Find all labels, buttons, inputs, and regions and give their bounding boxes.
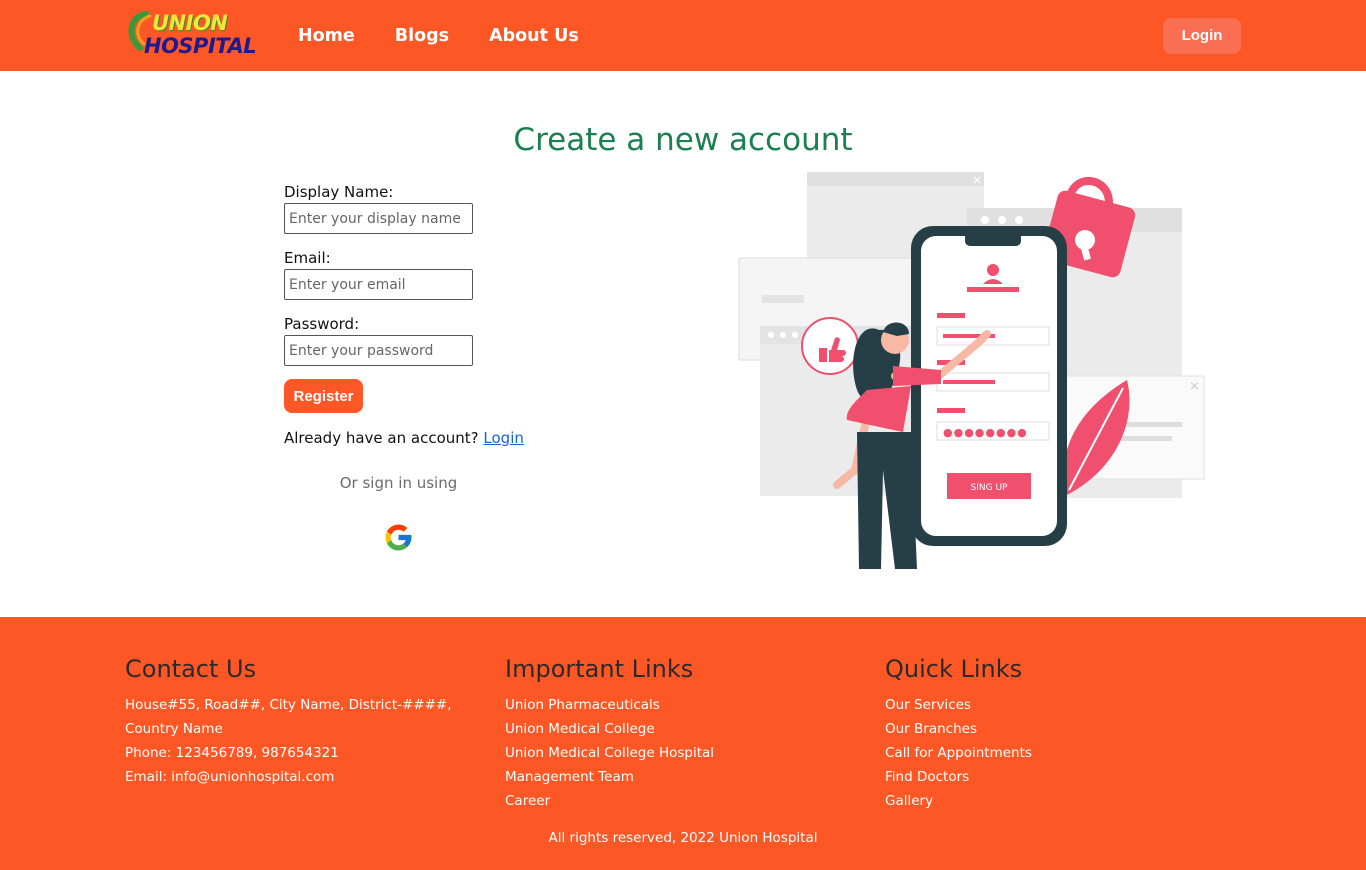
footer-link-branches[interactable]: Our Branches [885, 717, 1235, 741]
footer-link-management-team[interactable]: Management Team [505, 765, 855, 789]
footer-contact-column: Contact Us House#55, Road##, City Name, … [125, 655, 475, 789]
illustration-signup-text: SING UP [971, 483, 1009, 493]
register-button[interactable]: Register [284, 379, 363, 413]
footer-link-find-doctors[interactable]: Find Doctors [885, 765, 1235, 789]
signup-illustration: × × ●●●●●●●● SING UP [697, 170, 1240, 569]
logo-text-hospital: HOSPITAL [144, 34, 257, 58]
footer-important-title: Important Links [505, 655, 694, 683]
svg-text:×: × [1189, 379, 1200, 394]
footer-contact-title: Contact Us [125, 655, 257, 683]
nav-blogs-link[interactable]: Blogs [395, 24, 449, 48]
site-footer: Contact Us House#55, Road##, City Name, … [0, 617, 1366, 870]
footer-link-services[interactable]: Our Services [885, 693, 1235, 717]
footer-copyright: All rights reserved, 2022 Union Hospital [548, 830, 818, 846]
display-name-label: Display Name: [284, 183, 394, 201]
footer-email: Email: info@unionhospital.com [125, 769, 335, 785]
svg-text:●●●●●●●●: ●●●●●●●● [943, 426, 1028, 439]
footer-link-appointments[interactable]: Call for Appointments [885, 741, 1235, 765]
google-icon [385, 524, 412, 551]
logo-text-union: UNION [152, 11, 228, 35]
password-input[interactable] [284, 335, 473, 366]
password-label: Password: [284, 315, 360, 333]
footer-link-career[interactable]: Career [505, 789, 855, 813]
nav-about-link[interactable]: About Us [489, 24, 579, 48]
main-nav: Home Blogs About Us [298, 24, 579, 48]
union-hospital-logo[interactable]: UNION HOSPITAL [126, 8, 257, 62]
email-label: Email: [284, 249, 331, 267]
footer-phone: Phone: 123456789, 987654321 [125, 745, 339, 761]
footer-quick-column: Quick Links Our Services Our Branches Ca… [885, 655, 1235, 813]
email-input[interactable] [284, 269, 473, 300]
login-link[interactable]: Login [483, 429, 523, 447]
top-navbar: UNION HOSPITAL Home Blogs About Us Login [0, 0, 1366, 71]
have-account-text: Already have an account? Login [284, 427, 544, 449]
nav-login-button[interactable]: Login [1163, 18, 1241, 54]
footer-important-column: Important Links Union Pharmaceuticals Un… [505, 655, 855, 813]
footer-link-medical-college[interactable]: Union Medical College [505, 717, 855, 741]
register-form: Display Name: Email: Password: Register … [284, 181, 544, 449]
or-signin-text: Or sign in using [339, 474, 458, 492]
display-name-input[interactable] [284, 203, 473, 234]
google-signin-button[interactable] [383, 522, 414, 553]
nav-home-link[interactable]: Home [298, 24, 355, 48]
footer-link-pharmaceuticals[interactable]: Union Pharmaceuticals [505, 693, 855, 717]
footer-link-gallery[interactable]: Gallery [885, 789, 1235, 813]
svg-text:×: × [972, 173, 982, 187]
footer-quick-title: Quick Links [885, 655, 1023, 683]
footer-link-college-hospital[interactable]: Union Medical College Hospital [505, 741, 855, 765]
footer-address: House#55, Road##, City Name, District-##… [125, 697, 452, 737]
have-account-label: Already have an account? [284, 429, 479, 447]
page-title: Create a new account [513, 122, 853, 158]
